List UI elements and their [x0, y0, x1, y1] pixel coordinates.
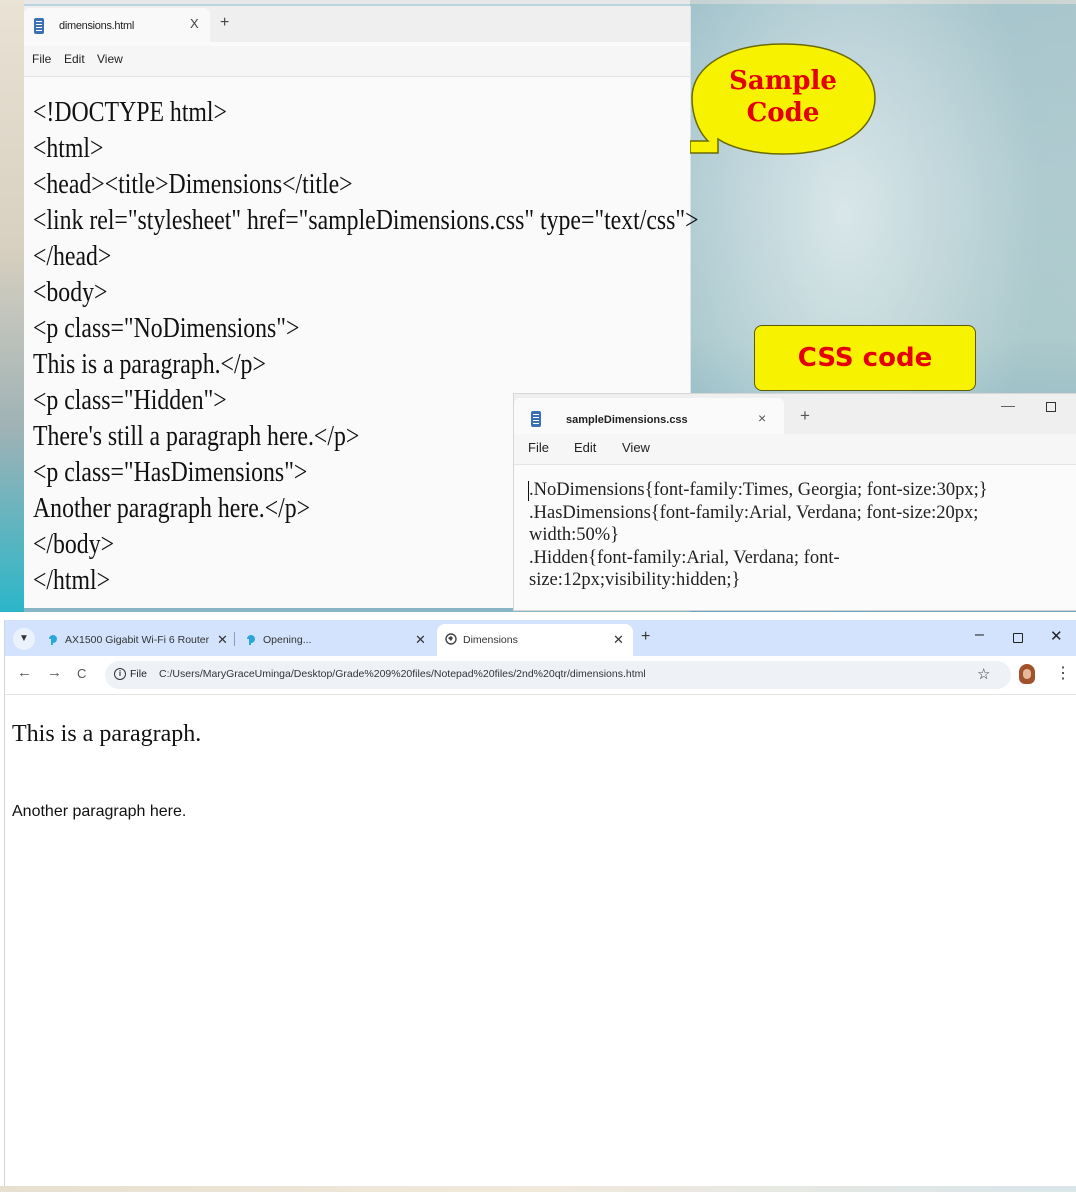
- no-dimensions-paragraph: This is a paragraph.: [12, 721, 202, 747]
- code-line: <!DOCTYPE html>: [33, 96, 227, 128]
- browser-toolbar: ← → C i File C:/Users/MaryGraceUminga/De…: [5, 656, 1076, 695]
- browser-tab-title: AX1500 Gigabit Wi-Fi 6 Router: [65, 634, 210, 646]
- notepad-tab-title: dimensions.html: [59, 20, 134, 32]
- notepad-icon: [34, 18, 44, 34]
- desktop-background: dimensions.html X + File Edit View <!DOC…: [0, 0, 1076, 612]
- close-tab-icon[interactable]: ×: [758, 410, 766, 426]
- browser-tab-router[interactable]: AX1500 Gigabit Wi-Fi 6 Router ✕: [39, 624, 231, 656]
- browser-tab-opening[interactable]: Opening... ✕: [237, 624, 433, 656]
- menu-file[interactable]: File: [528, 440, 549, 455]
- browser-window: ▼ AX1500 Gigabit Wi-Fi 6 Router ✕ Openin…: [4, 620, 1076, 1192]
- notepad-menu-bar: File Edit View: [514, 434, 1076, 465]
- info-icon[interactable]: i: [114, 668, 126, 680]
- restore-icon[interactable]: [1013, 633, 1023, 643]
- code-line: <html>: [33, 132, 104, 164]
- css-code-callout: CSS code: [754, 325, 976, 391]
- notepad-window-css: sampleDimensions.css × + — File Edit Vie…: [513, 393, 1076, 611]
- maximize-icon[interactable]: [1046, 402, 1056, 412]
- reload-icon[interactable]: C: [77, 666, 86, 681]
- tab-separator: [234, 632, 235, 646]
- code-line: This is a paragraph.</p>: [33, 348, 266, 380]
- close-tab-icon[interactable]: X: [190, 16, 199, 31]
- notepad-tab-bar: sampleDimensions.css × + —: [514, 394, 1076, 434]
- file-scheme-chip: File: [130, 668, 147, 680]
- tplink-icon: [49, 635, 57, 645]
- close-tab-icon[interactable]: ✕: [217, 632, 228, 648]
- wallpaper-left-edge: [0, 0, 24, 612]
- menu-edit[interactable]: Edit: [64, 52, 85, 66]
- notepad-tab-dimensions-html[interactable]: dimensions.html X: [24, 8, 210, 42]
- sample-code-callout: Sample Code: [690, 43, 876, 155]
- tab-search-button[interactable]: ▼: [13, 628, 35, 650]
- sample-code-label: Sample Code: [729, 66, 837, 128]
- minimize-icon[interactable]: —: [1001, 397, 1015, 413]
- new-tab-button[interactable]: +: [800, 406, 810, 426]
- browser-tab-title: Opening...: [263, 634, 312, 646]
- code-line: <p class="NoDimensions">: [33, 312, 300, 344]
- css-code-label: CSS code: [797, 343, 933, 373]
- notepad-menu-bar: File Edit View: [24, 46, 690, 77]
- menu-file[interactable]: File: [32, 52, 51, 66]
- menu-view[interactable]: View: [622, 440, 650, 455]
- notepad-tab-title: sampleDimensions.css: [566, 414, 688, 426]
- url-text[interactable]: C:/Users/MaryGraceUminga/Desktop/Grade%2…: [159, 668, 646, 680]
- forward-icon[interactable]: →: [47, 664, 62, 681]
- close-tab-icon[interactable]: ✕: [613, 632, 624, 648]
- star-icon[interactable]: ☆: [977, 665, 990, 683]
- taskbar-edge: [0, 1186, 1076, 1192]
- menu-edit[interactable]: Edit: [574, 440, 596, 455]
- notepad-tab-bar: dimensions.html X +: [24, 6, 690, 42]
- profile-avatar[interactable]: [1019, 664, 1035, 684]
- has-dimensions-paragraph: Another paragraph here.: [12, 803, 187, 820]
- menu-view[interactable]: View: [97, 52, 123, 66]
- browser-tab-dimensions[interactable]: Dimensions ✕: [437, 624, 633, 656]
- browser-tab-title: Dimensions: [463, 634, 518, 646]
- window-close-icon[interactable]: ✕: [1050, 627, 1063, 645]
- code-line: <link rel="stylesheet" href="sampleDimen…: [33, 204, 699, 236]
- menu-kebab-icon[interactable]: ⋮: [1055, 663, 1071, 683]
- tplink-icon: [247, 635, 255, 645]
- new-tab-button[interactable]: +: [641, 628, 650, 646]
- notepad-tab-sampledimensions-css[interactable]: sampleDimensions.css ×: [514, 398, 784, 434]
- code-line: </head>: [33, 240, 112, 272]
- notepad-text-area-css[interactable]: .NoDimensions{font-family:Times, Georgia…: [529, 479, 988, 592]
- browser-tab-strip: ▼ AX1500 Gigabit Wi-Fi 6 Router ✕ Openin…: [5, 620, 1076, 656]
- page-content: This is a paragraph. Another paragraph h…: [5, 695, 1076, 1192]
- code-line: <head><title>Dimensions</title>: [33, 168, 353, 200]
- address-bar[interactable]: i File C:/Users/MaryGraceUminga/Desktop/…: [105, 661, 1011, 689]
- minimize-icon[interactable]: –: [975, 626, 984, 644]
- close-tab-icon[interactable]: ✕: [415, 632, 426, 648]
- globe-icon: [445, 633, 457, 645]
- new-tab-button[interactable]: +: [220, 14, 229, 32]
- notepad-icon: [531, 411, 541, 427]
- code-line: <body>: [33, 276, 108, 308]
- back-icon[interactable]: ←: [17, 664, 32, 681]
